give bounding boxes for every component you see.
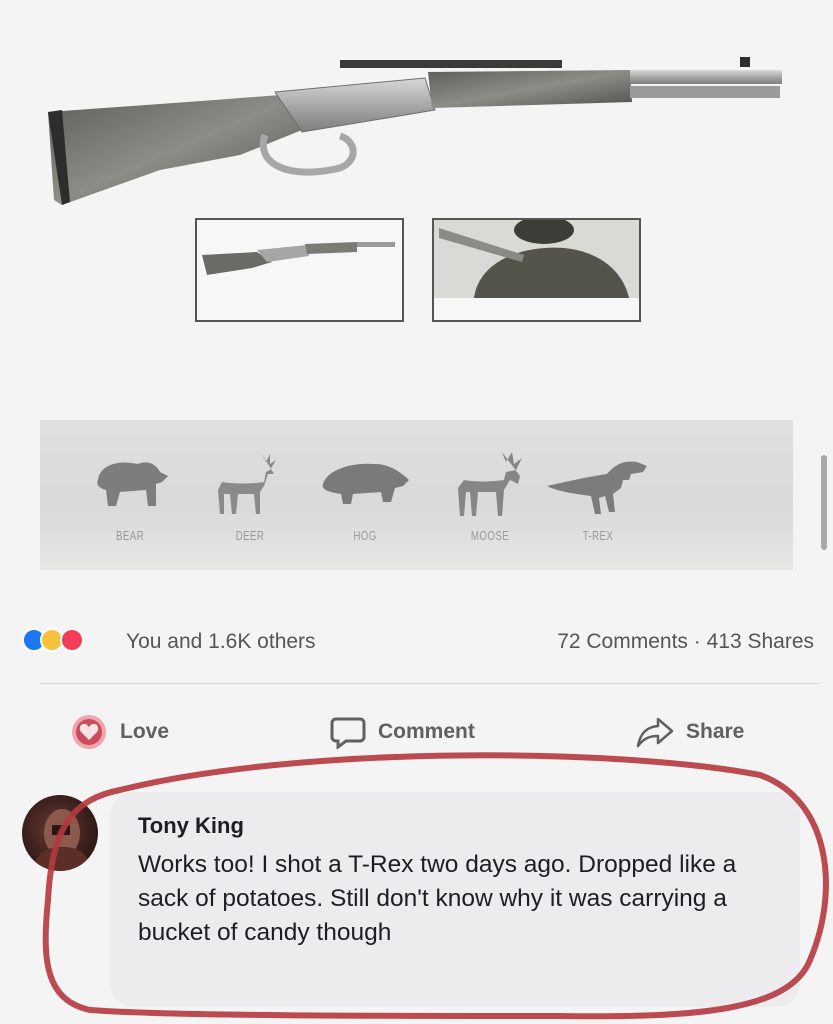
- rifle-image: [48, 57, 782, 205]
- share-button-label: Share: [686, 720, 745, 743]
- animal-hog: HOG: [305, 450, 425, 545]
- hunter-thumbnail-image: [434, 220, 639, 320]
- avatar-image: [32, 809, 92, 871]
- hog-icon: [322, 463, 409, 504]
- animal-bear: BEAR: [70, 450, 190, 545]
- trex-icon: [547, 461, 647, 514]
- deer-icon: [218, 454, 276, 514]
- love-button[interactable]: Love: [70, 712, 169, 752]
- animal-label: DEER: [235, 528, 265, 543]
- love-button-label: Love: [120, 720, 170, 743]
- rifle-thumbnail-image: [197, 220, 402, 320]
- scrollbar[interactable]: [821, 455, 827, 550]
- reactions-count-text[interactable]: You and 1.6K others: [126, 630, 316, 654]
- animal-moose: MOOSE: [430, 450, 550, 545]
- animal-deer: DEER: [190, 450, 310, 545]
- love-reaction-icon: [72, 715, 106, 749]
- share-icon: [636, 717, 674, 748]
- game-animals-banner: BEAR DEER HOG MOOSE T-REX: [40, 420, 793, 570]
- avatar[interactable]: [22, 795, 98, 871]
- share-button[interactable]: Share: [636, 712, 744, 752]
- divider: [40, 683, 820, 684]
- comment-author[interactable]: Tony King: [138, 813, 244, 839]
- love-reaction-icon: [60, 628, 84, 652]
- hunter-thumbnail[interactable]: [432, 218, 641, 322]
- animal-trex: T-REX: [538, 450, 658, 545]
- rifle-thumbnail[interactable]: [195, 218, 404, 322]
- moose-icon: [458, 452, 522, 516]
- comments-shares-count[interactable]: 72 Comments · 413 Shares: [557, 630, 814, 654]
- comment-icon: [330, 717, 366, 749]
- comment-button[interactable]: Comment: [330, 712, 475, 752]
- bear-icon: [97, 462, 168, 506]
- animal-label: BEAR: [115, 528, 145, 543]
- comment-button-label: Comment: [378, 720, 475, 743]
- animal-label: HOG: [353, 528, 377, 543]
- comment-text: Works too! I shot a T-Rex two days ago. …: [138, 851, 737, 946]
- animal-label: T-REX: [582, 528, 614, 543]
- reactions-summary[interactable]: You and 1.6K others 72 Comments · 413 Sh…: [22, 622, 822, 662]
- animal-label: MOOSE: [470, 528, 510, 543]
